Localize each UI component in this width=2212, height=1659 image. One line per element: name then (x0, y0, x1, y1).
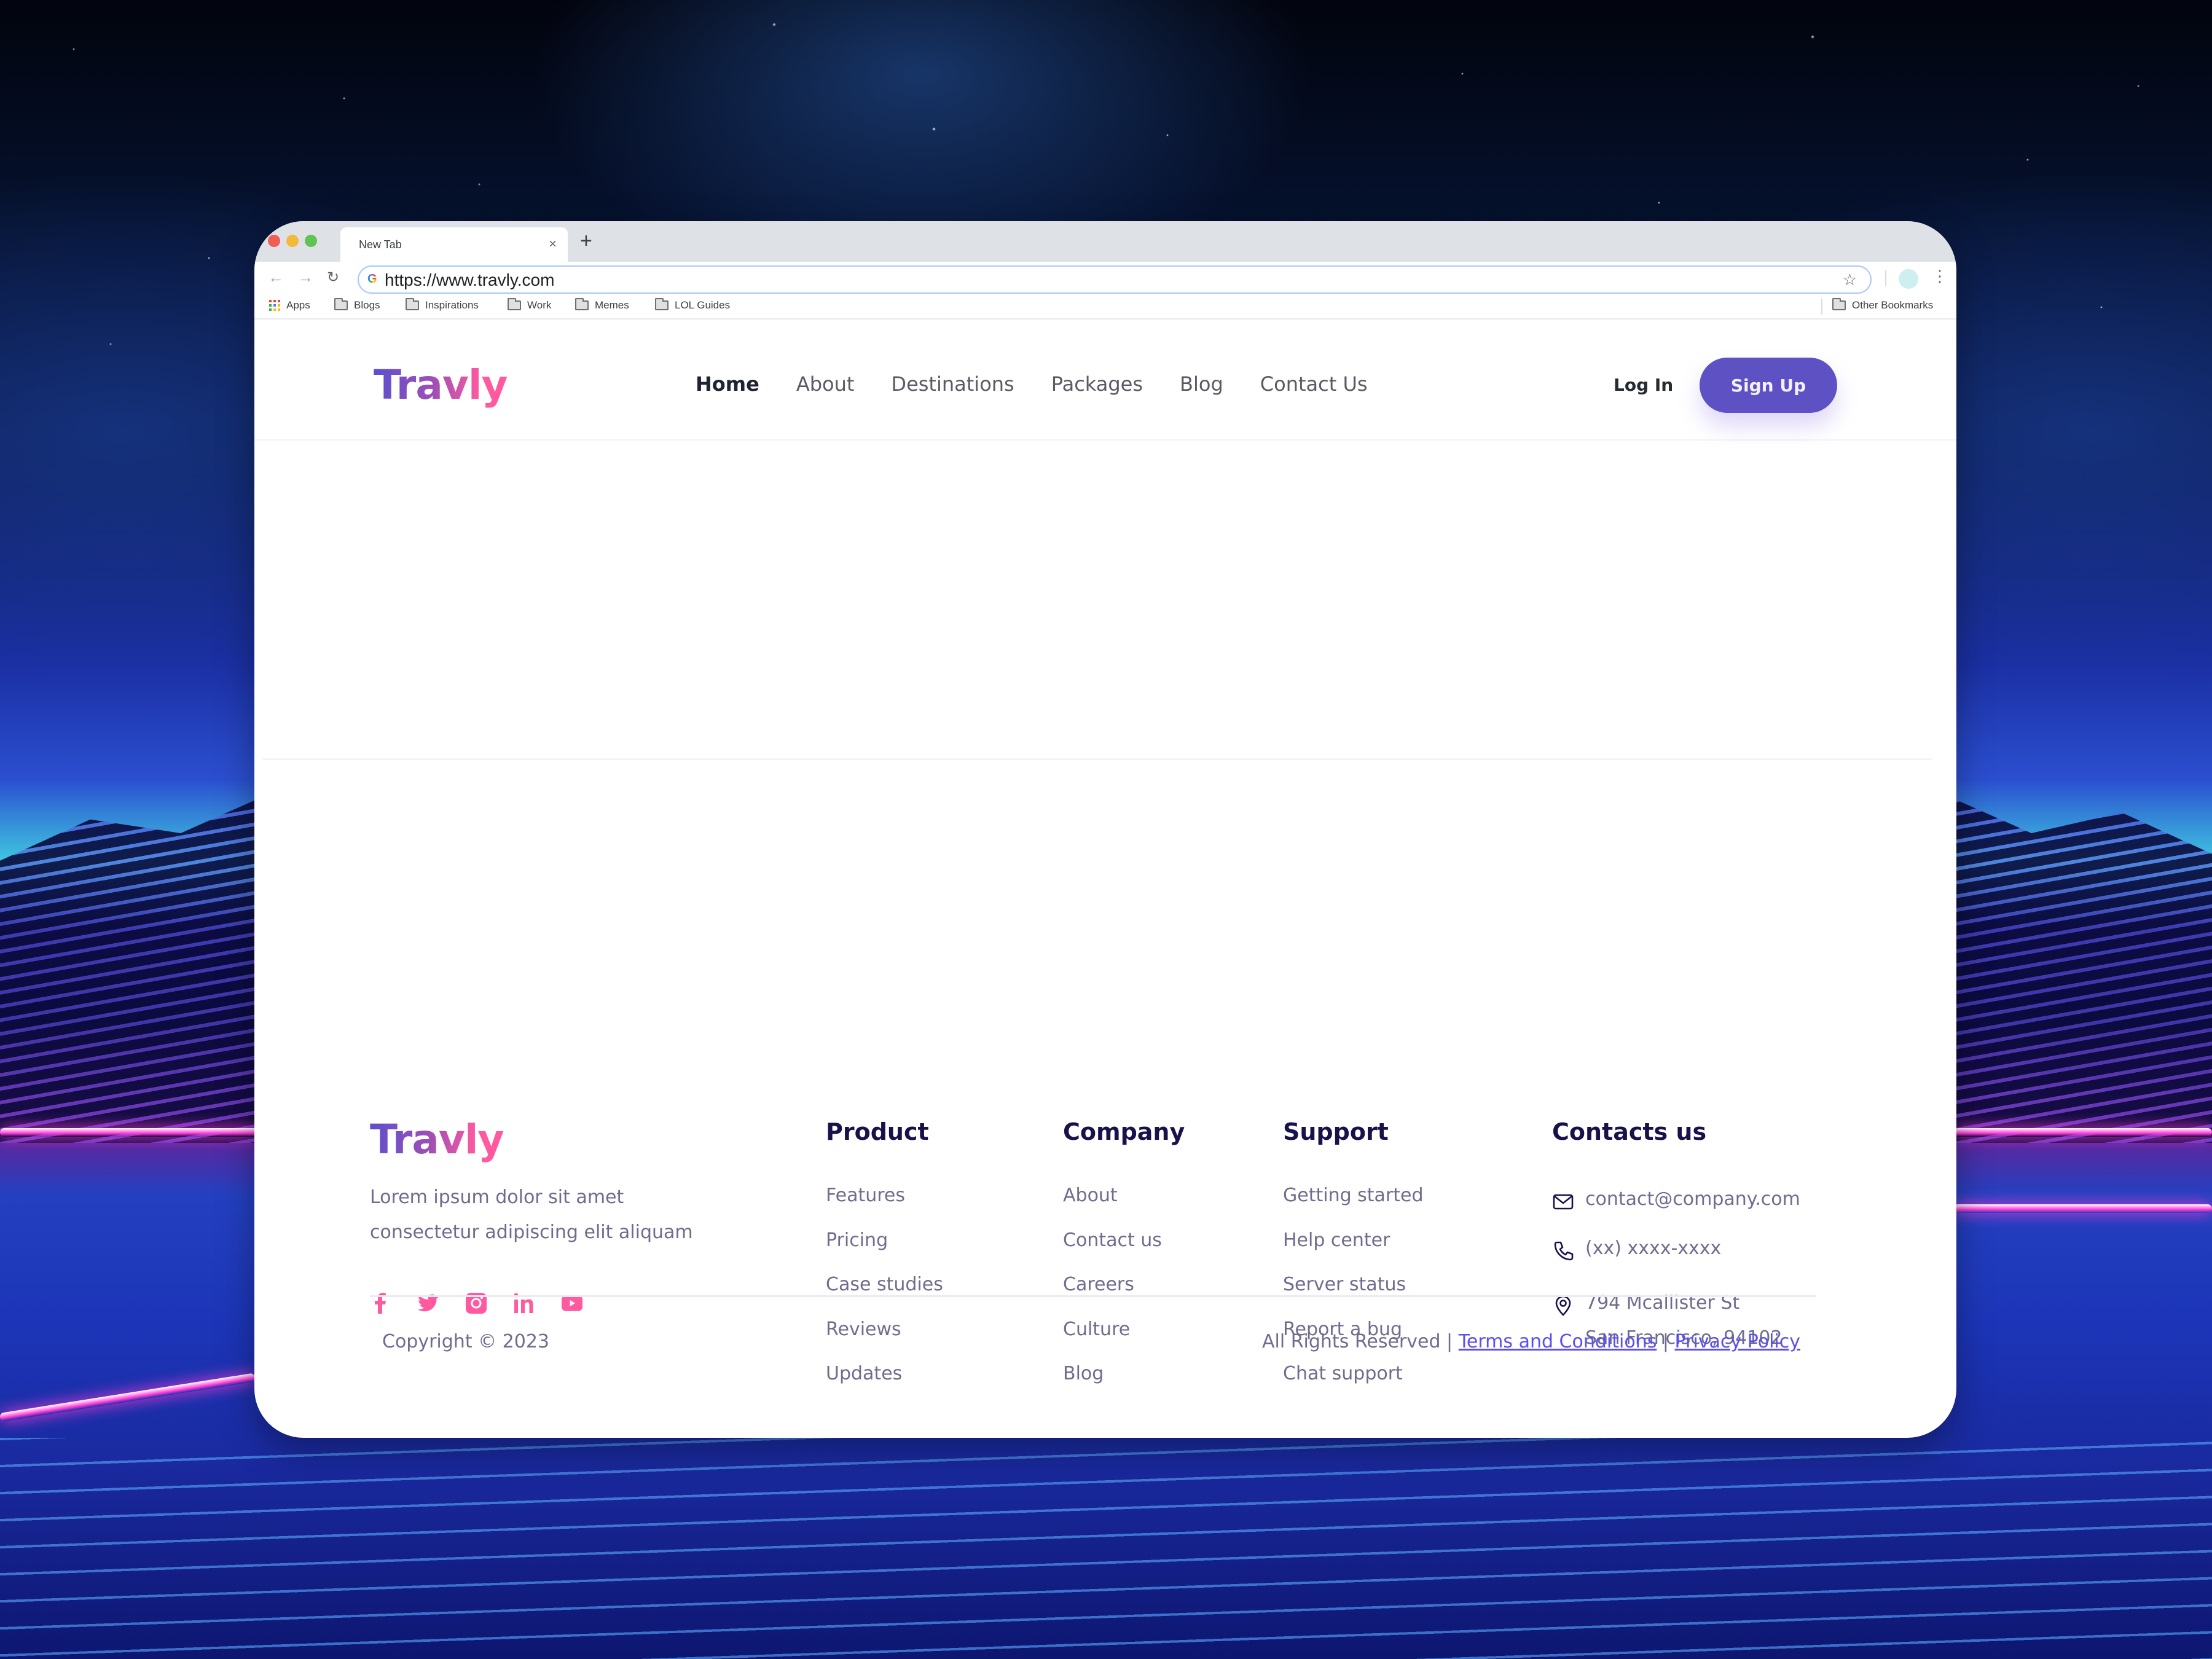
folder-icon (655, 298, 669, 310)
bookmark-label: Inspirations (425, 299, 479, 311)
back-arrow-icon[interactable]: ← (268, 268, 284, 287)
footer-link-pricing[interactable]: Pricing (826, 1230, 943, 1274)
footer-link-getting-started[interactable]: Getting started (1283, 1185, 1424, 1230)
folder-icon (406, 298, 419, 310)
footer-column-title: Support (1283, 1118, 1389, 1145)
wallpaper-neon-line (0, 1373, 256, 1422)
header-logo[interactable]: Travly (374, 361, 508, 409)
footer-logo[interactable]: Travly (370, 1116, 504, 1163)
bookmark-blogs[interactable]: Blogs (334, 298, 380, 312)
nav-contact-us[interactable]: Contact Us (1260, 372, 1368, 396)
bookmark-work[interactable]: Work (508, 298, 552, 312)
footer-link-updates[interactable]: Updates (826, 1363, 943, 1408)
footer-column-support: Support Getting started Help center Serv… (1283, 1118, 1424, 1408)
footer-column-title: Product (826, 1118, 929, 1145)
privacy-link[interactable]: Privacy Policy (1675, 1331, 1800, 1352)
footer-link-features[interactable]: Features (826, 1185, 943, 1230)
site-header: Travly Home About Destinations Packages … (254, 320, 1956, 441)
footer-description: Lorem ipsum dolor sit amet consectetur a… (370, 1186, 693, 1243)
bookmark-star-icon[interactable]: ☆ (1843, 270, 1857, 289)
toolbar-divider (1885, 270, 1886, 286)
bookmarks-bar: Apps Blogs Inspirations Work Memes LOL G… (254, 295, 1956, 320)
contact-phone[interactable]: (xx) xxxx-xxxx (1552, 1237, 1721, 1262)
footer-divider (370, 1295, 1816, 1297)
footer-link-culture[interactable]: Culture (1063, 1319, 1185, 1363)
nav-packages[interactable]: Packages (1051, 372, 1143, 396)
bookmark-apps[interactable]: Apps (269, 299, 310, 312)
tab-title: New Tab (359, 238, 402, 251)
legal-separator: | (1662, 1331, 1669, 1352)
url-text[interactable]: https://www.travly.com (385, 270, 554, 290)
google-icon: G (367, 272, 377, 286)
bookmark-lol-guides[interactable]: LOL Guides (655, 298, 731, 312)
footer-column-product: Product Features Pricing Case studies Re… (826, 1118, 943, 1408)
forward-arrow-icon[interactable]: → (297, 268, 313, 287)
nav-blog[interactable]: Blog (1180, 372, 1223, 396)
folder-icon (1832, 298, 1846, 310)
folder-icon (508, 298, 521, 310)
bookmark-label: LOL Guides (675, 299, 731, 311)
folder-icon (334, 298, 348, 310)
wallpaper-neon-line (1954, 1204, 2212, 1213)
footer-column-contacts: Contacts us contact@company.com (xx) xxx… (1552, 1118, 1800, 1349)
footer-link-about[interactable]: About (1063, 1185, 1185, 1230)
footer-link-chat-support[interactable]: Chat support (1283, 1363, 1424, 1408)
footer-link-reviews[interactable]: Reviews (826, 1319, 943, 1363)
nav-about[interactable]: About (796, 372, 855, 396)
rights-text: All Rights Reserved | (1261, 1331, 1453, 1352)
contact-phone-text: (xx) xxxx-xxxx (1585, 1237, 1722, 1259)
apps-grid-icon (269, 300, 280, 311)
contact-email-text: contact@company.com (1585, 1188, 1800, 1210)
close-tab-icon[interactable]: × (549, 236, 557, 252)
contact-address-line1: 794 Mcallister St (1585, 1292, 1740, 1314)
wallpaper-neon-line (0, 1128, 258, 1137)
footer-link-blog[interactable]: Blog (1063, 1363, 1185, 1408)
signup-button[interactable]: Sign Up (1700, 358, 1837, 413)
main-nav: Home About Destinations Packages Blog Co… (696, 372, 1368, 396)
tab-new-tab[interactable]: New Tab × (340, 227, 568, 262)
footer-column-company: Company About Contact us Careers Culture… (1063, 1118, 1185, 1408)
new-tab-button[interactable]: + (580, 229, 592, 253)
nav-destinations[interactable]: Destinations (891, 372, 1014, 396)
bookmark-label: Apps (286, 299, 310, 311)
minimize-window-button[interactable] (286, 235, 299, 247)
reload-icon[interactable]: ↻ (327, 269, 339, 286)
contact-email[interactable]: contact@company.com (1552, 1188, 1800, 1213)
folder-icon (575, 298, 589, 310)
terms-link[interactable]: Terms and Conditions (1459, 1331, 1657, 1352)
bookmark-other-bookmarks[interactable]: Other Bookmarks (1832, 298, 1934, 312)
footer-column-title: Contacts us (1552, 1118, 1707, 1145)
location-pin-icon (1555, 1295, 1571, 1316)
bookmark-memes[interactable]: Memes (575, 298, 629, 312)
maximize-window-button[interactable] (305, 235, 317, 247)
login-button[interactable]: Log In (1614, 375, 1673, 395)
wallpaper-mountain-left (0, 799, 258, 1143)
footer-link-help-center[interactable]: Help center (1283, 1230, 1424, 1274)
copyright-text: Copyright © 2023 (382, 1331, 550, 1352)
wallpaper-neon-line (1954, 1128, 2212, 1137)
close-window-button[interactable] (268, 235, 280, 247)
bookmark-label: Blogs (354, 299, 380, 311)
wallpaper-mountain-right (1954, 799, 2212, 1143)
browser-window: New Tab × + ← → ↻ G https://www.travly.c… (254, 221, 1956, 1438)
browser-toolbar: ← → ↻ G https://www.travly.com ☆ ⋮ (254, 262, 1956, 295)
profile-avatar[interactable] (1899, 269, 1918, 289)
footer-column-title: Company (1063, 1118, 1185, 1145)
bookmark-label: Other Bookmarks (1852, 299, 1934, 311)
legal-links: All Rights Reserved | Terms and Conditio… (1262, 1331, 1800, 1352)
bookmarks-divider (1821, 299, 1822, 315)
tab-strip: New Tab × + (254, 221, 1956, 262)
nav-home[interactable]: Home (696, 372, 759, 396)
bookmark-inspirations[interactable]: Inspirations (406, 298, 479, 312)
address-bar[interactable]: G https://www.travly.com ☆ (358, 265, 1872, 294)
footer-link-contact-us[interactable]: Contact us (1063, 1230, 1185, 1274)
mail-icon (1553, 1194, 1574, 1210)
phone-icon (1554, 1241, 1574, 1261)
bookmark-label: Memes (595, 299, 629, 311)
bookmark-label: Work (527, 299, 552, 311)
browser-menu-icon[interactable]: ⋮ (1932, 267, 1948, 286)
wallpaper-waves (0, 1438, 2212, 1659)
